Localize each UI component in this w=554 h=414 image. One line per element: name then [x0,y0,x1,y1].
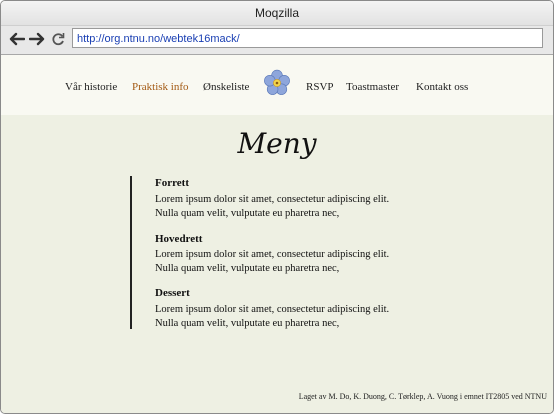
nav-item-onskeliste[interactable]: Ønskeliste [203,81,249,93]
back-arrow-icon[interactable] [8,29,26,49]
course-title-hovedrett: Hovedrett [155,233,203,245]
browser-toolbar: http://org.ntnu.no/webtek16mack/ [1,26,553,55]
course-description: Lorem ipsum dolor sit amet, consectetur … [155,249,390,274]
forward-arrow-icon[interactable] [28,29,46,49]
nav-item-kontakt-oss[interactable]: Kontakt oss [416,81,468,93]
course-description: Lorem ipsum dolor sit amet, consectetur … [155,194,390,219]
course-title-dessert: Dessert [155,287,190,299]
nav-item-rsvp[interactable]: RSVP [306,81,334,93]
page-title: Meny [237,127,317,160]
menu-divider [130,176,132,329]
page-footer: Laget av M. Do, K. Duong, C. Tørklep, A.… [298,392,547,401]
reload-icon[interactable] [49,29,67,49]
nav-item-praktisk-info[interactable]: Praktisk info [132,81,189,93]
url-input[interactable]: http://org.ntnu.no/webtek16mack/ [72,28,543,48]
browser-window: Moqzilla http://org.ntnu.no/webtek16mack… [0,0,554,414]
web-page: Vår historie Praktisk info Ønskeliste RS… [1,55,553,413]
nav-item-toastmaster[interactable]: Toastmaster [346,81,399,93]
forget-me-not-flower-icon [263,69,291,97]
top-navigation: Vår historie Praktisk info Ønskeliste RS… [1,55,553,115]
course-title-forrett: Forrett [155,177,189,189]
course-description: Lorem ipsum dolor sit amet, consectetur … [155,304,390,329]
nav-item-var-historie[interactable]: Vår historie [65,81,117,93]
window-title: Moqzilla [1,1,553,26]
